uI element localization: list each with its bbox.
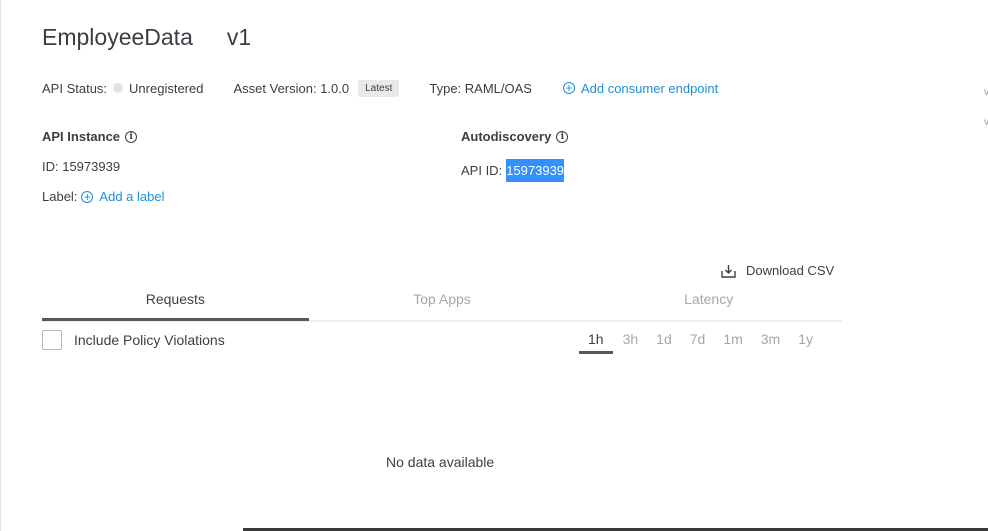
autodiscovery-api-id: API ID: 15973939 [461, 159, 565, 182]
label-row: Label: + Add a label [42, 189, 164, 204]
right-edge-glyph: v [984, 118, 988, 128]
include-policy-violations-checkbox[interactable] [42, 330, 62, 350]
range-3m[interactable]: 3m [761, 331, 780, 354]
left-border [0, 0, 1, 531]
tab-requests[interactable]: Requests [42, 288, 309, 321]
tab-latency[interactable]: Latency [575, 288, 842, 320]
api-instance-heading: API Instance i [42, 129, 138, 144]
plus-circle-icon: + [562, 82, 575, 94]
api-status-label: API Status: [42, 80, 108, 96]
page-title: EmployeeData v1 [42, 24, 251, 51]
asset-version: Asset Version: 1.0.0 [233, 80, 350, 96]
download-csv-label: Download CSV [746, 263, 835, 278]
include-policy-violations-row: Include Policy Violations [42, 330, 225, 350]
range-1d[interactable]: 1d [656, 331, 672, 354]
range-1y[interactable]: 1y [798, 331, 813, 354]
api-id-label: API ID: [461, 163, 503, 178]
metrics-tabs: Requests Top Apps Latency [42, 288, 842, 322]
range-1m[interactable]: 1m [723, 331, 742, 354]
info-icon[interactable]: i [125, 130, 138, 143]
latest-badge: Latest [358, 79, 400, 97]
label-prefix: Label: [42, 189, 78, 204]
right-edge-glyph: v [984, 88, 988, 98]
api-instance-title: API Instance [42, 129, 121, 144]
api-id-value[interactable]: 15973939 [506, 159, 565, 182]
api-status-value: Unregistered [129, 80, 204, 96]
empty-state-message: No data available [386, 454, 495, 470]
download-csv-button[interactable]: Download CSV [721, 263, 834, 278]
add-consumer-endpoint-link[interactable]: + Add consumer endpoint [562, 80, 719, 96]
status-dot-icon [113, 83, 124, 93]
add-label-link[interactable]: + Add a label [81, 189, 164, 204]
plus-circle-icon: + [81, 190, 94, 203]
range-1h[interactable]: 1h [579, 331, 613, 354]
api-version: v1 [226, 24, 252, 50]
add-label-text: Add a label [99, 189, 165, 204]
include-policy-violations-label: Include Policy Violations [74, 332, 225, 348]
autodiscovery-heading: Autodiscovery i [461, 129, 569, 144]
status-row: API Status: Unregistered Asset Version: … [42, 79, 718, 97]
autodiscovery-title: Autodiscovery [461, 129, 552, 144]
api-type: Type: RAML/OAS [429, 80, 532, 96]
tab-top-apps[interactable]: Top Apps [309, 288, 576, 320]
range-7d[interactable]: 7d [690, 331, 706, 354]
info-icon[interactable]: i [556, 130, 569, 143]
instance-id: ID: 15973939 [42, 159, 121, 174]
add-consumer-endpoint-label: Add consumer endpoint [580, 80, 719, 96]
range-3h[interactable]: 3h [623, 331, 639, 354]
api-name: EmployeeData [42, 24, 193, 50]
time-range-selector: 1h 3h 1d 7d 1m 3m 1y [579, 331, 813, 354]
download-icon [721, 264, 736, 278]
